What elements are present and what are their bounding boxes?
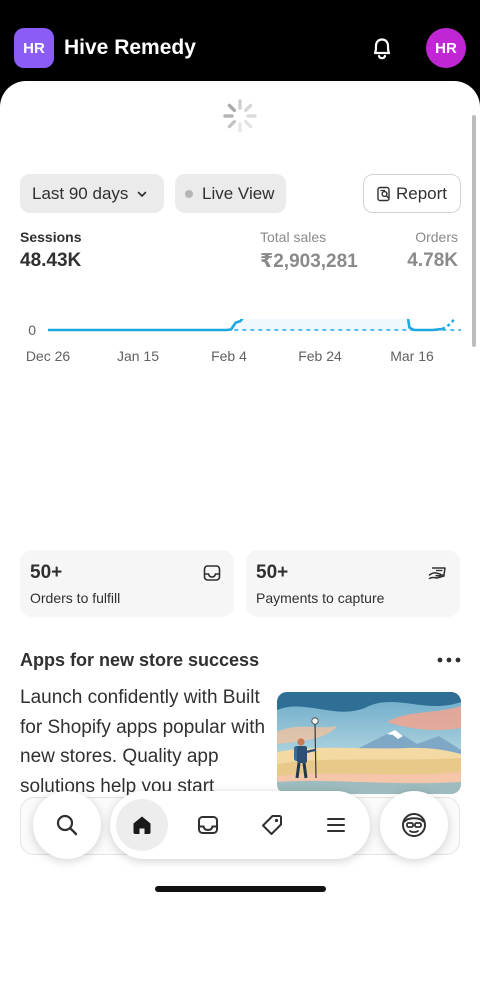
metric-value: 48.43K [20,250,82,271]
metric-label: Sessions [20,229,82,245]
sidekick-icon [402,813,426,837]
tab-orders[interactable] [182,799,234,851]
more-options-icon[interactable] [436,653,462,667]
y-tick-label: 0 [28,322,36,338]
live-status-dot [185,189,193,198]
chevron-down-icon [138,191,147,197]
x-tick-label: Feb 4 [211,348,247,364]
x-tick-label: Feb 24 [298,348,342,364]
main-navigation [110,791,370,859]
metric-label: Orders [415,229,458,245]
tab-menu[interactable] [310,799,362,851]
search-icon [56,814,78,836]
store-badge[interactable]: HR [14,28,54,68]
report-label: Report [396,183,448,203]
x-tick-label: Mar 16 [390,348,434,364]
series-line-partial [441,319,456,331]
report-button[interactable]: Report [363,174,461,213]
metric-total-sales[interactable]: Total sales ₹2,903,281 [260,229,358,273]
scrollbar[interactable] [472,115,476,347]
x-tick-label: Dec 26 [26,348,71,364]
report-icon [377,186,390,201]
tab-home[interactable] [116,799,168,851]
live-view-label: Live View [202,183,275,203]
bottom-fade [0,951,480,983]
card-caption: Orders to fulfill [30,590,121,606]
live-view-button[interactable]: Live View [175,174,286,213]
orders-to-fulfill-card[interactable]: 50+ Orders to fulfill [20,550,234,617]
search-button[interactable] [33,791,101,859]
inbox-icon [198,816,218,834]
metric-label: Total sales [260,229,327,245]
bell-icon[interactable] [366,32,398,64]
metric-value: ₹2,903,281 [260,251,358,272]
sessions-chart[interactable]: 01K2K3KDec 26Jan 15Feb 4Feb 24Mar 16 [0,319,480,529]
menu-icon [327,818,345,832]
x-tick-label: Jan 15 [117,348,159,364]
apps-section-title: Apps for new store success [20,650,260,670]
metric-value: 4.78K [407,250,458,271]
tag-icon [262,815,282,835]
metric-orders[interactable]: Orders 4.78K [407,229,458,272]
top-bar: HR Hive Remedy HR [0,0,480,90]
inbox-icon [203,565,221,581]
loading-spinner-icon [223,99,257,133]
user-avatar[interactable]: HR [426,28,466,68]
payments-to-capture-card[interactable]: 50+ Payments to capture [246,550,460,617]
home-icon [133,816,151,834]
date-range-selector[interactable]: Last 90 days [20,174,164,213]
card-caption: Payments to capture [256,590,385,606]
cash-icon [428,567,446,580]
date-range-label: Last 90 days [32,183,129,203]
sidekick-button[interactable] [380,791,448,859]
series-area [48,319,443,330]
card-count: 50+ [30,562,63,583]
tab-products[interactable] [246,799,298,851]
home-indicator [155,886,326,892]
store-name[interactable]: Hive Remedy [64,36,196,60]
card-count: 50+ [256,562,289,583]
hiker-illustration[interactable] [277,692,461,794]
metric-sessions[interactable]: Sessions 48.43K [20,229,81,272]
